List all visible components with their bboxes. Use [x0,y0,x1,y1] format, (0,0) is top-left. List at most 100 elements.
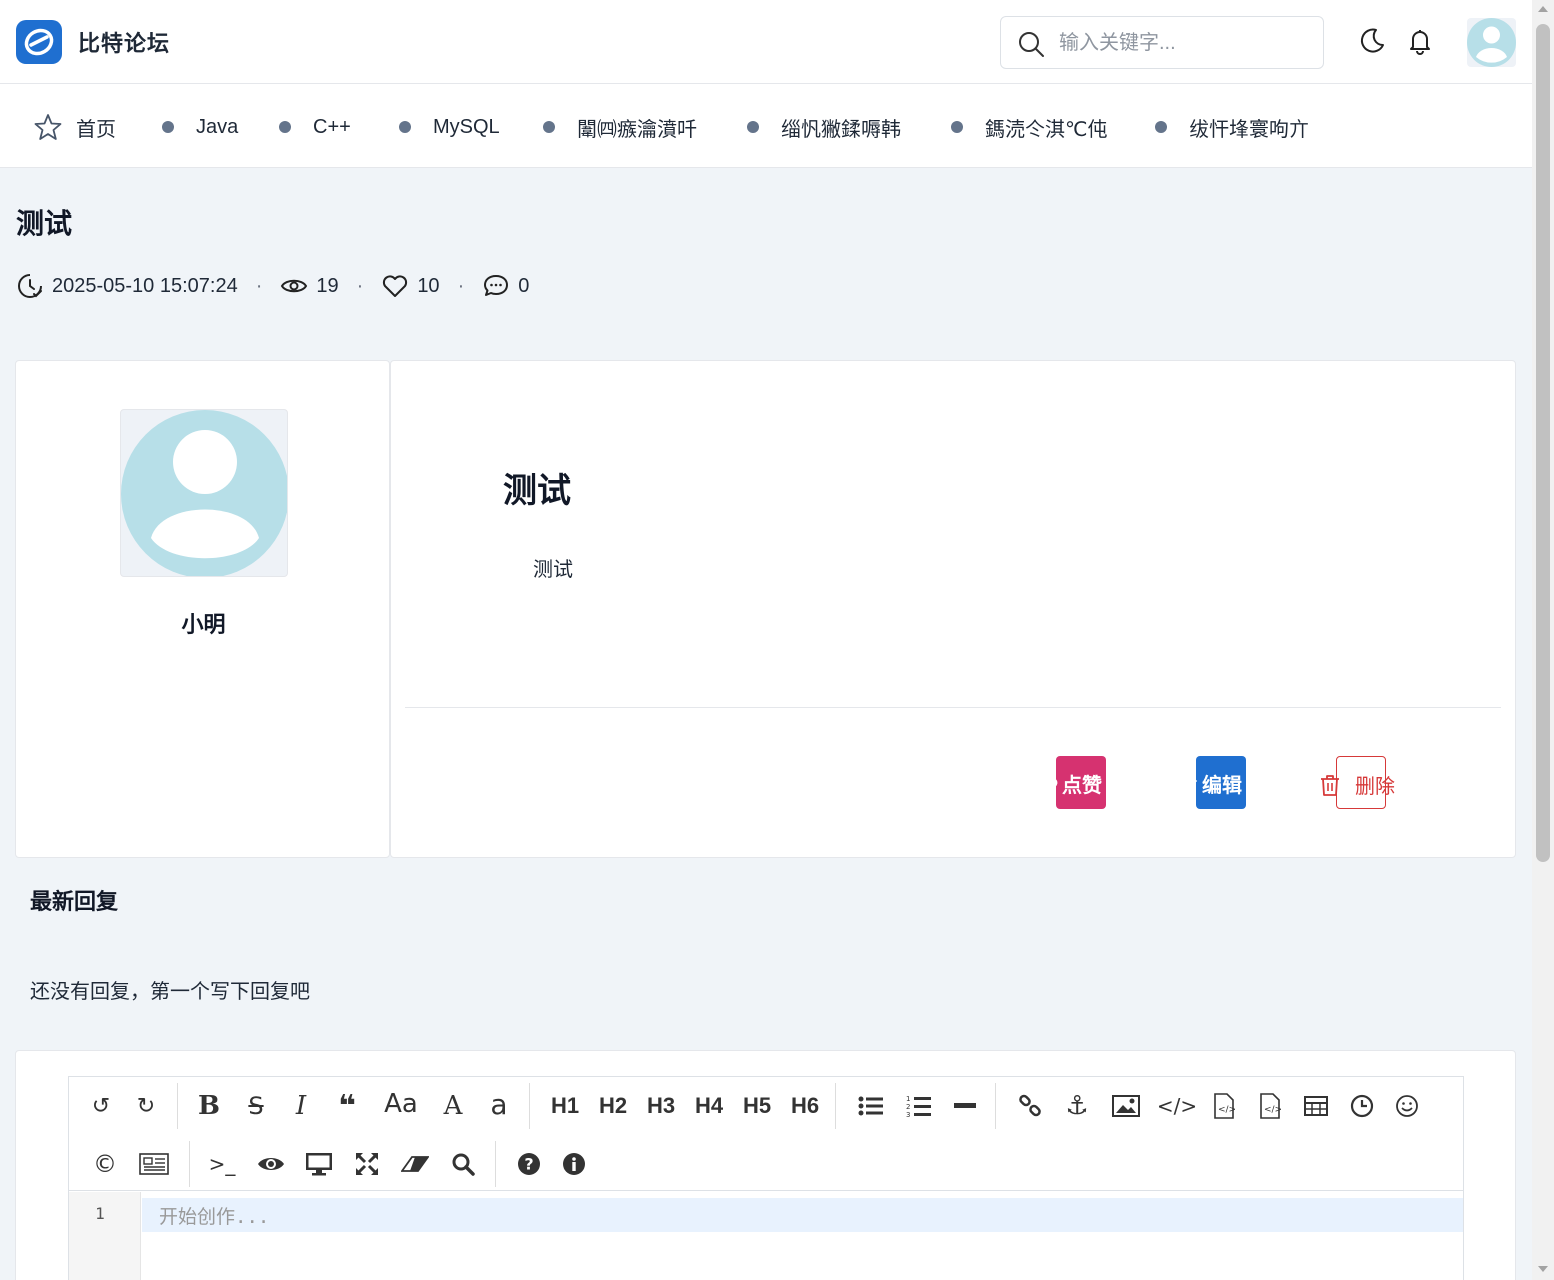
nav-item-5[interactable]: 缁忛獙鍒嗕韩 [747,114,901,141]
undo-icon[interactable]: ↺ [81,1086,121,1126]
separator: · [457,274,465,297]
datetime-icon[interactable] [1342,1086,1382,1126]
nav-item-6[interactable]: 鎷涜仒淇℃伅 [951,114,1107,141]
fullscreen-icon[interactable] [347,1144,387,1184]
code-block-icon[interactable]: </> [1204,1086,1244,1126]
horizontal-rule-icon[interactable] [945,1086,985,1126]
divider [405,707,1501,708]
bullet-icon [1155,121,1167,133]
image-icon[interactable] [1106,1086,1146,1126]
page-scrollbar[interactable] [1532,0,1554,1280]
author-card: 小明 [15,360,390,858]
h4-button[interactable]: H4 [687,1086,731,1126]
separator: · [356,274,364,297]
delete-button[interactable]: 删除 [1321,756,1395,809]
editor-text-area[interactable] [142,1198,1463,1232]
strikethrough-icon[interactable]: S [236,1086,276,1126]
bullet-icon [951,121,963,133]
eraser-icon[interactable] [395,1144,435,1184]
star-icon [34,114,62,140]
bullet-icon [279,121,291,133]
emoji-icon[interactable] [1387,1086,1427,1126]
delete-label: 删除 [1355,776,1395,798]
logo-icon[interactable] [16,20,62,64]
author-avatar[interactable] [120,409,288,577]
anchor-icon[interactable]: ⚓ [1057,1086,1097,1126]
help-icon[interactable]: ? [509,1144,549,1184]
table-icon[interactable] [1296,1086,1336,1126]
search-icon[interactable] [443,1144,483,1184]
toolbar-separator [835,1083,836,1129]
svg-text:</>: </> [1218,1105,1235,1115]
replies-title: 最新回复 [30,889,119,914]
h5-button[interactable]: H5 [735,1086,779,1126]
h6-button[interactable]: H6 [783,1086,827,1126]
bell-icon[interactable] [1405,26,1437,58]
redo-icon[interactable]: ↻ [126,1086,166,1126]
search-box[interactable] [1000,16,1324,69]
page-title: 测试 [16,208,73,239]
heart-icon [1040,777,1058,794]
view-count: 19 [316,274,339,297]
content-text: 测试 [533,559,573,581]
eye-icon[interactable] [251,1144,291,1184]
html-entities-icon[interactable]: © [85,1144,125,1184]
h1-button[interactable]: H1 [543,1086,587,1126]
toolbar-separator [529,1083,530,1129]
trash-icon [1321,775,1339,796]
reply-editor-card: ↺ ↻ B S I ❝ Aa A a H1 H2 H3 H4 H5 H6 123 [15,1050,1516,1280]
like-button[interactable]: 点赞 [1040,756,1106,809]
nav-item-home[interactable]: 首页 [34,114,116,141]
author-name[interactable]: 小明 [16,607,391,639]
h2-button[interactable]: H2 [591,1086,635,1126]
edit-button[interactable]: 编辑 [1181,756,1246,809]
uppercase-icon[interactable]: Aa [377,1084,425,1124]
svg-text:2: 2 [906,1103,910,1111]
bold-icon[interactable]: B [189,1086,229,1126]
toolbar-separator [189,1141,190,1187]
moon-icon[interactable] [1356,26,1388,58]
unordered-list-icon[interactable] [851,1086,891,1126]
nav-label: 首页 [76,118,116,141]
scroll-up-icon[interactable] [1538,6,1548,12]
search-icon [1019,32,1044,57]
avatar[interactable] [1467,18,1516,67]
comment-icon [484,275,509,296]
scroll-down-icon[interactable] [1538,1266,1548,1272]
clock-icon [18,274,42,298]
toolbar-separator [495,1141,496,1187]
bullet-icon [747,121,759,133]
pagebreak-icon[interactable] [134,1144,174,1184]
nav-label: 缁忛獙鍒嗕韩 [781,118,901,141]
nav-label: Java [196,115,239,138]
svg-text:?: ? [524,1155,533,1174]
terminal-icon[interactable]: >_ [202,1144,242,1184]
preview-desktop-icon[interactable] [299,1144,339,1184]
ordered-list-icon[interactable]: 123 [899,1086,939,1126]
nav-item-java[interactable]: Java [162,114,238,140]
pencil-icon [1181,776,1198,793]
uppercase-all-icon[interactable]: A [433,1086,473,1126]
editor-placeholder: 开始创作... [159,1206,270,1228]
h3-button[interactable]: H3 [639,1086,683,1126]
bullet-icon [543,121,555,133]
nav-item-cpp[interactable]: C++ [279,114,351,140]
nav-item-7[interactable]: 绂忓埄寰呴亣 [1155,114,1309,141]
preformatted-icon[interactable]: </> [1250,1086,1290,1126]
lowercase-icon[interactable]: a [479,1084,519,1124]
editor-toolbar: ↺ ↻ B S I ❝ Aa A a H1 H2 H3 H4 H5 H6 123 [69,1077,1463,1191]
brand-title[interactable]: 比特论坛 [78,26,170,58]
code-icon[interactable]: </> [1157,1086,1197,1126]
italic-icon[interactable]: I [281,1086,321,1126]
scrollbar-thumb[interactable] [1536,24,1550,862]
nav-item-mysql[interactable]: MySQL [399,114,500,140]
link-icon[interactable] [1010,1086,1050,1126]
search-input[interactable] [1059,27,1309,59]
line-number-gutter: 1 [69,1192,141,1280]
nav-label: 绂忓埄寰呴亣 [1189,118,1309,141]
svg-text:3: 3 [906,1111,910,1118]
info-icon[interactable] [554,1144,594,1184]
nav-item-4[interactable]: 闈㈣瘯瀹濆吀 [543,114,697,141]
separator: · [255,274,263,297]
quote-icon[interactable]: ❝ [327,1086,367,1126]
